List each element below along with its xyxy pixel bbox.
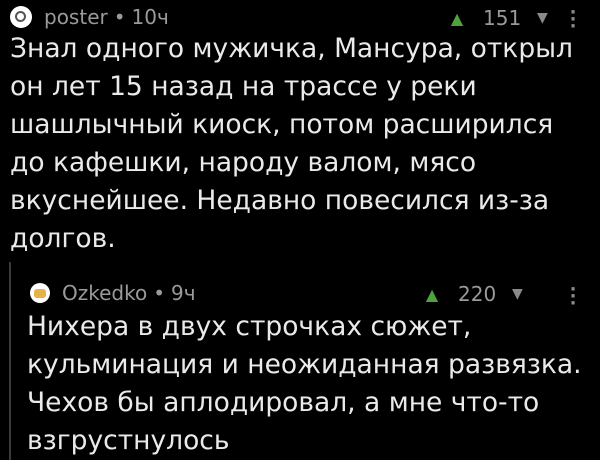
author-name[interactable]: poster — [44, 5, 108, 29]
comment-time: 9ч — [171, 281, 196, 305]
comment-text: Знал одного мужичка, Мансура, открыл он … — [10, 33, 573, 254]
triangle-up-icon[interactable]: ▲ — [422, 285, 442, 304]
author-name[interactable]: Ozkedko — [62, 281, 147, 305]
meta-separator: • — [113, 5, 126, 29]
triangle-down-icon[interactable]: ▼ — [537, 10, 548, 26]
avatar[interactable] — [10, 6, 32, 28]
comment-text: Нихера в двух строчках сюжет, кульминаци… — [27, 311, 582, 456]
triangle-down-icon[interactable]: ▼ — [512, 286, 523, 302]
comment-header: poster • 10ч — [10, 2, 169, 32]
triangle-up-icon[interactable]: ▲ — [447, 9, 467, 28]
kebab-menu-icon[interactable]: · · · — [568, 281, 578, 313]
vote-count: 151 — [483, 6, 522, 30]
comment-header: Ozkedko • 9ч — [30, 278, 196, 308]
vote-count: 220 — [458, 282, 497, 306]
reply-thread-line — [9, 262, 11, 460]
meta-separator: • — [153, 281, 166, 305]
comment-time: 10ч — [131, 5, 169, 29]
vote-controls: ▲ 220 ▼ — [422, 280, 523, 308]
avatar[interactable] — [30, 283, 50, 303]
kebab-menu-icon[interactable]: · · · — [568, 4, 578, 36]
vote-controls: ▲ 151 ▼ — [447, 4, 548, 32]
